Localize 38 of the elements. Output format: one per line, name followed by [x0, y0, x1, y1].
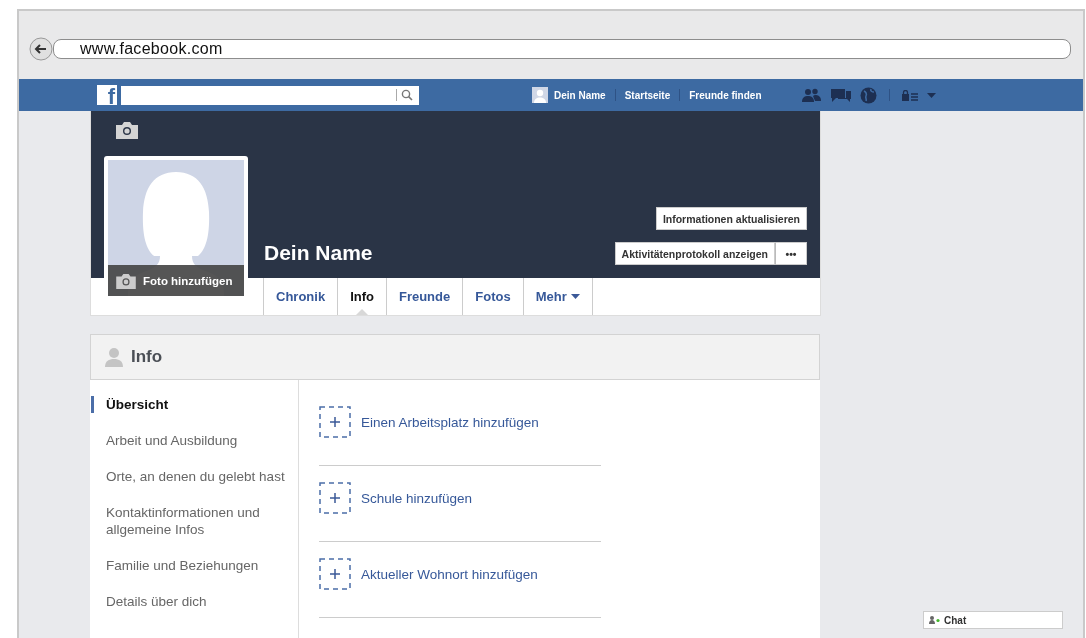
add-link[interactable]: Einen Arbeitsplatz hinzufügen: [361, 414, 539, 430]
sidebar-item[interactable]: Arbeit und Ausbildung: [91, 432, 298, 449]
profile-name: Dein Name: [264, 241, 373, 265]
sidebar-item[interactable]: Familie und Beziehungen: [91, 557, 298, 574]
nav-link[interactable]: Startseite: [624, 89, 671, 101]
search-icon[interactable]: [401, 89, 413, 101]
activity-log-button[interactable]: Aktivitätenprotokoll anzeigen: [614, 242, 775, 265]
search-field[interactable]: [121, 85, 419, 105]
caret-icon[interactable]: [926, 92, 936, 98]
add-link[interactable]: Schule hinzufügen: [361, 490, 473, 506]
globe-icon[interactable]: [859, 86, 877, 104]
sidebar-item[interactable]: Kontaktinformationen und allgemeine Infos: [91, 504, 298, 538]
address-bar[interactable]: www.facebook.com: [53, 39, 1071, 59]
sidebar-item[interactable]: Übersicht: [91, 396, 298, 413]
chat-bar[interactable]: Chat: [923, 611, 1063, 629]
sidebar-item[interactable]: Orte, an denen du gelebt hast: [91, 468, 298, 485]
add-icon[interactable]: [319, 558, 351, 590]
update-info-button[interactable]: Informationen aktualisieren: [655, 207, 807, 230]
add-photo-button[interactable]: Foto hinzufügen: [108, 265, 244, 296]
section-title: Info: [131, 347, 163, 367]
messages-icon[interactable]: [830, 86, 851, 104]
nav-link[interactable]: Freunde finden: [689, 89, 762, 101]
add-icon[interactable]: [319, 482, 351, 514]
camera-icon: [115, 272, 137, 289]
sidebar-item[interactable]: Details über dich: [91, 593, 298, 610]
chat-status-icon: [929, 616, 941, 624]
add-link[interactable]: Aktueller Wohnort hinzufügen: [361, 566, 538, 582]
person-icon: [105, 347, 123, 367]
lock-menu-icon[interactable]: [901, 89, 918, 101]
profile-tab[interactable]: Mehr: [522, 278, 593, 315]
logo[interactable]: f: [97, 85, 117, 105]
friends-icon[interactable]: [801, 88, 822, 102]
camera-icon[interactable]: [116, 121, 138, 139]
add-icon[interactable]: [319, 406, 351, 438]
chat-label: Chat: [944, 614, 967, 626]
nav-link[interactable]: Dein Name: [554, 89, 606, 101]
back-icon[interactable]: [29, 37, 53, 61]
more-button[interactable]: •••: [775, 242, 807, 265]
